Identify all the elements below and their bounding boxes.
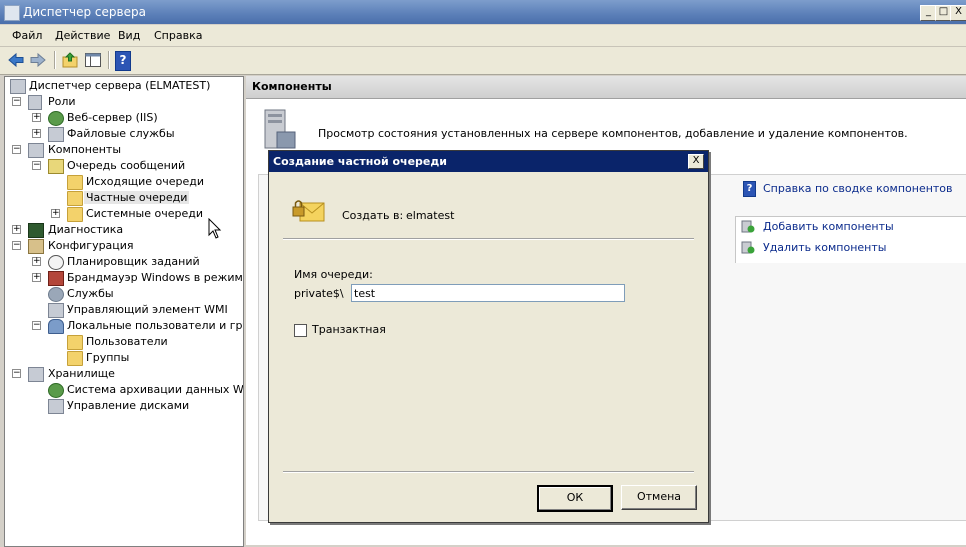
content-description: Просмотр состояния установленных на серв… xyxy=(318,127,908,140)
toolbar-separator xyxy=(108,51,110,69)
folder-icon xyxy=(67,335,83,350)
backup-icon xyxy=(48,383,64,398)
tree-item-label: Системные очереди xyxy=(86,207,203,220)
users-icon xyxy=(48,319,64,334)
tree-item-label: Веб-сервер (IIS) xyxy=(67,111,158,124)
content-header: Компоненты xyxy=(246,76,966,99)
folder-icon xyxy=(67,191,83,206)
web-server-icon xyxy=(48,111,64,126)
menu-help[interactable]: Справка xyxy=(154,29,202,42)
forward-arrow-icon[interactable] xyxy=(29,51,47,69)
expand-icon[interactable]: + xyxy=(32,113,41,122)
toolbar-separator xyxy=(54,51,56,69)
features-icon xyxy=(28,143,44,158)
expand-icon[interactable]: + xyxy=(32,129,41,138)
create-private-queue-dialog: Создание частной очереди X Создать в: el… xyxy=(268,150,709,523)
tree-item-label: Планировщик заданий xyxy=(67,255,200,268)
tree-item-label: Диспетчер сервера (ELMATEST) xyxy=(29,79,211,92)
folder-icon xyxy=(67,351,83,366)
tree-item-label: Пользователи xyxy=(86,335,168,348)
dialog-title: Создание частной очереди xyxy=(273,155,447,168)
window-titlebar: Диспетчер сервера _ □ X xyxy=(0,0,966,24)
file-services-icon xyxy=(48,127,64,142)
firewall-icon xyxy=(48,271,64,286)
folder-icon xyxy=(67,175,83,190)
remove-features-link[interactable]: Удалить компоненты xyxy=(763,241,886,254)
tree-item-label: Службы xyxy=(67,287,114,300)
collapse-icon[interactable]: − xyxy=(12,369,21,378)
tree-item-label: Управляющий элемент WMI xyxy=(67,303,228,316)
tree-item-label: Роли xyxy=(48,95,76,108)
gear-icon xyxy=(48,287,64,302)
toolbar: ? xyxy=(0,47,966,75)
message-queue-icon xyxy=(48,159,64,174)
wmi-icon xyxy=(48,303,64,318)
tree-item-label: Локальные пользователи и группы xyxy=(67,319,243,332)
tree-item-label: Конфигурация xyxy=(48,239,134,252)
collapse-icon[interactable]: − xyxy=(12,97,21,106)
menu-view[interactable]: Вид xyxy=(118,29,140,42)
expand-icon[interactable]: + xyxy=(32,273,41,282)
mouse-cursor-icon xyxy=(208,218,222,239)
back-arrow-icon[interactable] xyxy=(7,51,25,69)
menu-action[interactable]: Действие xyxy=(55,29,110,42)
create-in-label: Создать в: xyxy=(342,209,404,222)
roles-icon xyxy=(28,95,42,110)
collapse-icon[interactable]: − xyxy=(32,321,41,330)
close-button[interactable]: X xyxy=(950,5,966,21)
add-features-link[interactable]: Добавить компоненты xyxy=(763,220,894,233)
dialog-close-button[interactable]: X xyxy=(688,154,704,169)
add-features-icon xyxy=(741,220,755,233)
storage-icon xyxy=(28,367,44,382)
locked-envelope-icon xyxy=(292,200,325,222)
diagnostics-icon xyxy=(28,223,44,238)
tree-item-label: Брандмауэр Windows в режиме пов xyxy=(67,271,243,284)
queue-name-input[interactable]: test xyxy=(351,284,625,302)
transactional-checkbox[interactable] xyxy=(294,324,307,337)
tree-item-label: Компоненты xyxy=(48,143,122,156)
features-server-icon xyxy=(264,109,296,149)
tree-item-label: Файловые службы xyxy=(67,127,175,140)
help-icon[interactable]: ? xyxy=(115,51,131,71)
help-icon: ? xyxy=(743,181,756,197)
configuration-icon xyxy=(28,239,44,254)
menu-file[interactable]: Файл xyxy=(12,29,42,42)
expand-icon[interactable]: + xyxy=(12,225,21,234)
server-manager-icon xyxy=(10,79,26,94)
navigation-tree: Диспетчер сервера (ELMATEST) − Роли + Ве… xyxy=(4,76,244,547)
dialog-separator xyxy=(283,471,694,473)
remove-features-icon xyxy=(741,241,755,254)
dialog-titlebar: Создание частной очереди X xyxy=(269,151,708,172)
tree-item-label: Система архивации данных Windo xyxy=(67,383,244,396)
expand-icon[interactable]: + xyxy=(51,209,60,218)
folder-icon xyxy=(67,207,83,222)
tree-item-label: Частные очереди xyxy=(84,191,190,204)
tree-item-label: Диагностика xyxy=(48,223,124,236)
content-header-title: Компоненты xyxy=(252,80,332,93)
features-help-link[interactable]: Справка по сводке компонентов xyxy=(763,182,953,195)
server-manager-app-icon xyxy=(4,5,20,21)
expand-icon[interactable]: + xyxy=(32,257,41,266)
tree-item-label: Хранилище xyxy=(48,367,115,380)
transactional-label[interactable]: Транзактная xyxy=(312,323,386,336)
collapse-icon[interactable]: − xyxy=(12,145,21,154)
ok-button[interactable]: ОК xyxy=(537,485,613,512)
tree-item-label: Управление дисками xyxy=(67,399,190,412)
dialog-separator xyxy=(283,238,694,240)
tree-item-label: Группы xyxy=(86,351,130,364)
create-in-value: elmatest xyxy=(406,209,455,222)
collapse-icon[interactable]: − xyxy=(32,161,41,170)
collapse-icon[interactable]: − xyxy=(12,241,21,250)
queue-prefix-label: private$\ xyxy=(294,287,344,300)
window-title: Диспетчер сервера xyxy=(23,5,146,19)
up-folder-icon[interactable] xyxy=(61,51,79,69)
queue-name-label: Имя очереди: xyxy=(294,268,373,281)
disk-icon xyxy=(48,399,64,414)
menu-bar: Файл Действие Вид Справка xyxy=(0,25,966,47)
tree-item-label: Очередь сообщений xyxy=(67,159,186,172)
clock-icon xyxy=(48,255,64,270)
tree-item-label: Исходящие очереди xyxy=(86,175,205,188)
show-hide-tree-icon[interactable] xyxy=(84,51,102,69)
cancel-button[interactable]: Отмена xyxy=(621,485,697,510)
